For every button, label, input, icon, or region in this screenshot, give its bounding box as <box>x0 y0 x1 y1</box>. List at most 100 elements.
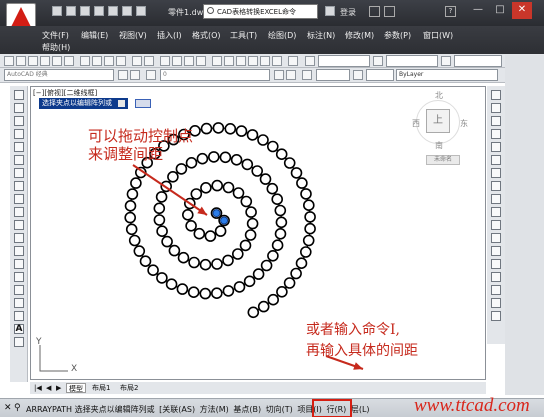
polygon-icon[interactable] <box>14 129 24 139</box>
viewcube-top-face[interactable]: 上 <box>426 109 450 133</box>
array-item-circle[interactable] <box>126 188 139 200</box>
array-item-circle[interactable] <box>230 154 243 166</box>
color-icon[interactable] <box>302 70 312 80</box>
array-item-circle[interactable] <box>276 286 288 298</box>
undo-icon[interactable] <box>122 6 132 16</box>
array-item-circle[interactable] <box>244 229 257 241</box>
array-item-circle[interactable] <box>300 188 312 200</box>
redo-icon[interactable] <box>136 6 146 16</box>
sheet-set-icon[interactable] <box>248 56 258 66</box>
array-item-circle[interactable] <box>128 234 141 247</box>
construction-line-icon[interactable] <box>14 103 24 113</box>
array-item-circle[interactable] <box>251 165 263 177</box>
array-item-circle[interactable] <box>233 281 246 293</box>
menu-edit[interactable]: 编辑(E) <box>81 30 108 41</box>
text-style-select[interactable] <box>318 55 370 67</box>
array-item-circle[interactable] <box>246 129 259 141</box>
array-item-circle[interactable] <box>290 167 303 179</box>
print-icon[interactable] <box>108 6 118 16</box>
array-item-circle[interactable] <box>153 214 166 226</box>
array-item-circle[interactable] <box>274 228 287 240</box>
array-item-circle[interactable] <box>199 258 212 271</box>
array-item-circle[interactable] <box>241 158 254 171</box>
array-item-circle[interactable] <box>274 204 287 217</box>
layer-properties-icon[interactable] <box>146 70 156 80</box>
new-file-icon[interactable] <box>52 6 62 16</box>
minimize-button[interactable]: — <box>468 2 488 19</box>
tab-nav-next-icon[interactable]: ▶ <box>54 383 63 393</box>
array-item-circle[interactable] <box>252 268 265 280</box>
array-item-circle[interactable] <box>283 277 296 289</box>
command-option-tangent[interactable]: 切向(T) <box>266 405 293 414</box>
new-icon[interactable] <box>4 56 14 66</box>
dim-style-select[interactable] <box>386 55 438 67</box>
gradient-icon[interactable] <box>14 285 24 295</box>
chamfer-icon[interactable] <box>491 272 501 282</box>
restore-button[interactable]: □ <box>490 2 510 19</box>
viewcube-north[interactable]: 北 <box>435 90 443 101</box>
ellipse-arc-icon[interactable] <box>14 220 24 230</box>
array-item-circle[interactable] <box>222 181 235 194</box>
array-item-circle[interactable] <box>271 239 284 251</box>
array-item-circle[interactable] <box>175 163 188 175</box>
trim-icon[interactable] <box>491 207 501 217</box>
array-item-circle[interactable] <box>247 306 260 319</box>
ellipse-icon[interactable] <box>14 207 24 217</box>
array-item-circle[interactable] <box>200 182 212 194</box>
array-item-circle[interactable] <box>219 151 232 164</box>
drawing-canvas[interactable]: [−][俯视][二维线框] 选择夹点以编辑阵列或 北 西 东 南 上 未命名 可… <box>30 86 486 380</box>
arc-icon[interactable] <box>14 155 24 165</box>
undo-icon[interactable] <box>132 56 142 66</box>
markup-icon[interactable] <box>260 56 270 66</box>
array-item-circle[interactable] <box>156 272 168 284</box>
multiline-text-icon[interactable]: A <box>14 324 24 334</box>
menu-dimension[interactable]: 标注(N) <box>307 30 335 41</box>
tab-nav-first-icon[interactable]: |◀ <box>32 383 44 393</box>
exchange-icon[interactable] <box>369 6 380 17</box>
save-icon[interactable] <box>28 56 38 66</box>
command-option-associative[interactable]: [关联(AS) <box>159 405 195 414</box>
array-item-circle[interactable] <box>130 177 142 189</box>
array-item-circle[interactable] <box>267 293 279 306</box>
array-item-circle[interactable] <box>211 258 223 270</box>
array-item-circle[interactable] <box>168 244 181 257</box>
array-item-circle[interactable] <box>185 220 197 232</box>
array-item-circle[interactable] <box>232 248 244 260</box>
array-item-circle[interactable] <box>204 230 217 242</box>
break-at-point-icon[interactable] <box>491 233 501 243</box>
viewcube[interactable]: 北 西 东 南 上 未命名 <box>403 87 485 167</box>
table-icon[interactable] <box>14 311 24 321</box>
offset-icon[interactable] <box>491 129 501 139</box>
spline-icon[interactable] <box>14 194 24 204</box>
rotate-icon[interactable] <box>491 168 501 178</box>
zoom-window-icon[interactable] <box>184 56 194 66</box>
tab-model[interactable]: 模型 <box>66 383 86 393</box>
menu-parametric[interactable]: 参数(P) <box>384 30 411 41</box>
properties-icon[interactable] <box>212 56 222 66</box>
array-item-circle[interactable] <box>187 286 200 298</box>
save-as-icon[interactable] <box>94 6 104 16</box>
array-item-circle[interactable] <box>296 177 308 189</box>
open-file-icon[interactable] <box>66 6 76 16</box>
menu-window[interactable]: 窗口(W) <box>423 30 453 41</box>
array-item-circle[interactable] <box>245 206 257 218</box>
workspace-settings-icon[interactable] <box>118 70 128 80</box>
explode-icon[interactable] <box>491 311 501 321</box>
layer-select[interactable]: 0 <box>160 69 270 81</box>
match-properties-icon[interactable] <box>116 56 126 66</box>
array-item-circle[interactable] <box>267 140 279 153</box>
array-item-circle[interactable] <box>266 182 279 195</box>
array-item-circle[interactable] <box>235 125 248 137</box>
array-item-circle[interactable] <box>147 264 159 276</box>
array-item-circle[interactable] <box>208 151 220 163</box>
help-icon[interactable] <box>288 56 298 66</box>
array-item-circle[interactable] <box>124 211 136 224</box>
menu-format[interactable]: 格式(O) <box>192 30 221 41</box>
array-item-circle[interactable] <box>239 239 252 252</box>
tab-nav-prev-icon[interactable]: ◀ <box>44 383 53 393</box>
fillet-icon[interactable] <box>491 285 501 295</box>
circle-icon[interactable] <box>14 168 24 178</box>
user-icon[interactable] <box>325 6 335 16</box>
lineweight-select[interactable]: ByLayer <box>396 69 498 81</box>
break-icon[interactable] <box>491 246 501 256</box>
